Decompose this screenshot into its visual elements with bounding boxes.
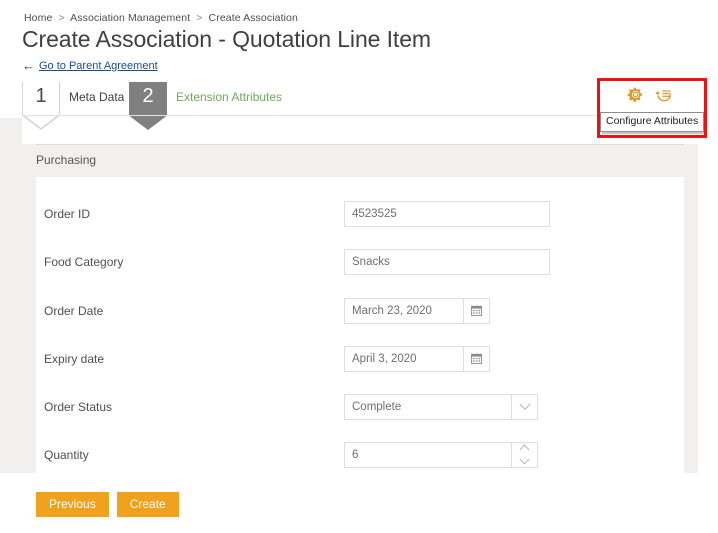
create-button[interactable]: Create: [117, 492, 179, 517]
step-2-extension-attributes[interactable]: 2 Extension Attributes: [129, 82, 282, 116]
breadcrumb-item-association-management[interactable]: Association Management: [70, 12, 190, 24]
panel-left-gutter: [0, 118, 22, 473]
breadcrumb-item-create-association[interactable]: Create Association: [209, 12, 298, 24]
previous-button[interactable]: Previous: [36, 492, 109, 517]
field-label-order-id: Order ID: [44, 207, 344, 221]
field-control-order-date: [344, 298, 490, 324]
attribute-toolbar: [625, 84, 673, 104]
breadcrumb: Home > Association Management > Create A…: [24, 12, 298, 24]
step-2-label[interactable]: Extension Attributes: [176, 82, 282, 103]
back-to-parent-row: ← Go to Parent Agreement: [22, 59, 158, 72]
field-control-order-status: [344, 394, 538, 420]
field-label-expiry-date: Expiry date: [44, 352, 344, 366]
chevron-down-icon[interactable]: [520, 455, 530, 465]
field-label-quantity: Quantity: [44, 448, 344, 462]
step-2-number: 2: [129, 86, 167, 106]
chevron-down-icon[interactable]: [512, 394, 538, 420]
tab-underline: [22, 115, 698, 116]
expiry-date-input[interactable]: [344, 346, 464, 372]
field-label-order-date: Order Date: [44, 304, 344, 318]
field-row-expiry-date: Expiry date: [44, 335, 644, 382]
breadcrumb-item-home[interactable]: Home: [24, 12, 52, 24]
field-control-expiry-date: [344, 346, 490, 372]
field-row-order-id: Order ID: [44, 190, 644, 237]
field-row-quantity: Quantity: [44, 431, 644, 478]
tooltip-configure-attributes: Configure Attributes: [600, 112, 704, 132]
chevron-up-icon[interactable]: [520, 445, 530, 455]
arrow-left-icon: ←: [22, 59, 35, 72]
configure-attributes-icon[interactable]: [653, 84, 673, 104]
field-control-order-id: [344, 201, 550, 227]
field-label-order-status: Order Status: [44, 400, 344, 414]
go-to-parent-agreement-link[interactable]: Go to Parent Agreement: [39, 60, 158, 72]
step-2-badge: 2: [129, 82, 167, 116]
field-label-food-category: Food Category: [44, 255, 344, 269]
step-1-badge: 1: [22, 82, 60, 116]
order-status-select[interactable]: [344, 394, 512, 420]
field-row-order-date: Order Date: [44, 287, 644, 334]
section-title-purchasing: Purchasing: [36, 153, 96, 167]
section-header-band: [22, 144, 698, 177]
order-id-input[interactable]: [344, 201, 550, 227]
page-title: Create Association - Quotation Line Item: [22, 26, 431, 53]
section-divider: [36, 144, 684, 145]
step-1-meta-data[interactable]: 1 Meta Data: [22, 82, 124, 116]
order-date-input[interactable]: [344, 298, 464, 324]
field-control-quantity: [344, 442, 538, 468]
calendar-icon[interactable]: [464, 346, 490, 372]
step-1-number: 1: [22, 86, 60, 106]
gear-icon[interactable]: [625, 84, 645, 104]
breadcrumb-separator: >: [58, 12, 64, 24]
field-row-order-status: Order Status: [44, 383, 644, 430]
calendar-icon[interactable]: [464, 298, 490, 324]
field-row-food-category: Food Category: [44, 238, 644, 285]
form-actions: Previous Create: [36, 492, 179, 517]
step-1-label[interactable]: Meta Data: [69, 82, 124, 103]
food-category-input[interactable]: [344, 249, 550, 275]
field-control-food-category: [344, 249, 550, 275]
quantity-input[interactable]: [344, 442, 512, 468]
breadcrumb-separator: >: [196, 12, 202, 24]
quantity-stepper[interactable]: [512, 442, 538, 468]
wizard-stepper: 1 Meta Data 2 Extension Attributes: [0, 82, 718, 116]
